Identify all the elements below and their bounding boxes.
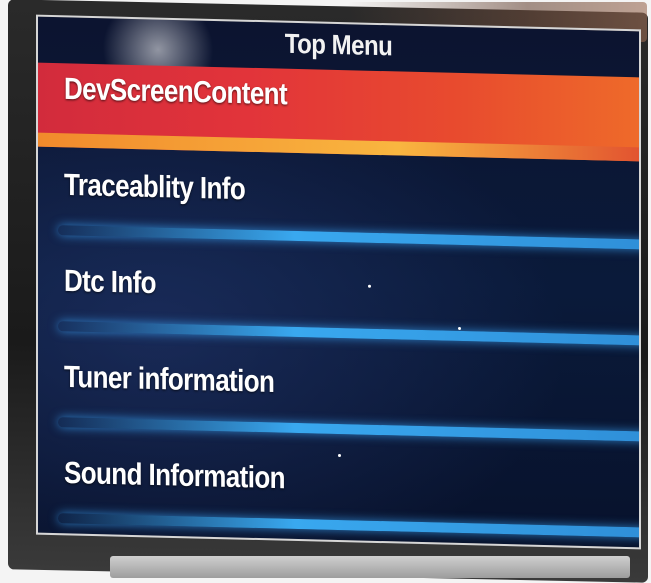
menu-separator: [58, 513, 641, 538]
display-screen: Top Menu DevScreenContent Traceablity In…: [36, 14, 641, 550]
menu-item-devscreencontent[interactable]: DevScreenContent: [38, 62, 639, 162]
dust-speck: [368, 284, 371, 288]
menu-item-tuner-information[interactable]: Tuner information: [38, 339, 641, 450]
menu-item-label: Sound Information: [64, 454, 285, 496]
menu-item-traceablity-info[interactable]: Traceablity Info: [38, 147, 641, 258]
dust-speck: [458, 326, 461, 330]
menu-item-label: Traceablity Info: [64, 166, 246, 207]
menu-item-label: Tuner information: [64, 358, 275, 400]
menu-item-sound-information[interactable]: Sound Information: [38, 435, 641, 546]
dust-speck: [338, 453, 341, 458]
menu-item-label: Dtc Info: [64, 262, 156, 301]
menu-item-label: DevScreenContent: [64, 70, 288, 112]
top-menu-list: DevScreenContent Traceablity Info Dtc In…: [38, 62, 641, 548]
menu-item-dtc-info[interactable]: Dtc Info: [38, 243, 641, 354]
bezel-bottom-trim: [110, 556, 630, 578]
